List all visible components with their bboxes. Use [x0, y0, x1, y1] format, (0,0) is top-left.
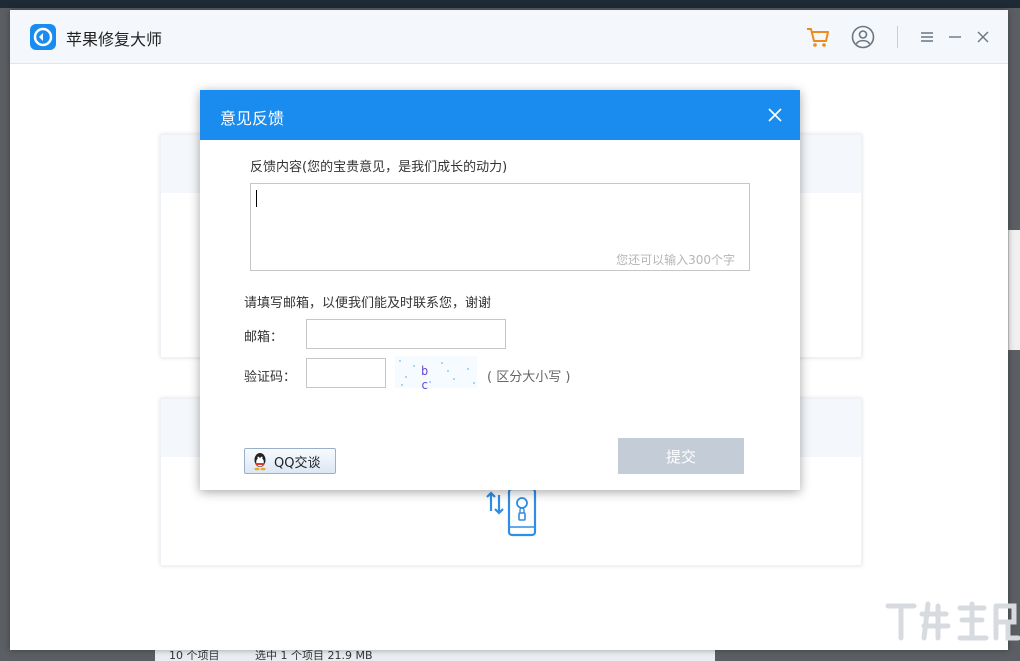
cart-icon [807, 28, 829, 47]
desktop-taskbar-top [0, 0, 1020, 8]
window-close-button[interactable] [970, 24, 996, 50]
dialog-close-button[interactable] [764, 104, 786, 126]
feedback-content-input[interactable] [251, 184, 749, 254]
title-bar: 苹果修复大师 [10, 10, 1008, 64]
qq-chat-label: QQ交谈 [274, 455, 321, 471]
feedback-content-label: 反馈内容(您的宝贵意见，是我们成长的动力) [250, 160, 508, 175]
menu-button[interactable] [914, 24, 940, 50]
email-label: 邮箱： [244, 330, 284, 345]
dialog-title: 意见反馈 [220, 109, 285, 128]
qq-penguin-icon [254, 453, 266, 471]
user-icon [851, 25, 875, 49]
background-window-edge [1008, 230, 1020, 350]
feedback-dialog: 意见反馈 反馈内容(您的宝贵意见，是我们成长的动力) 您还可以输入300个字 请… [200, 90, 800, 490]
close-icon [977, 31, 989, 43]
dialog-header: 意见反馈 [200, 90, 800, 140]
user-account-button[interactable] [850, 24, 876, 50]
captcha-case-note: ( 区分大小写 ) [487, 370, 571, 385]
app-logo-icon [30, 24, 56, 50]
app-title: 苹果修复大师 [66, 30, 163, 49]
feedback-content-box: 您还可以输入300个字 [250, 183, 750, 271]
captcha-text: b c [421, 364, 457, 392]
title-bar-separator [897, 26, 898, 48]
submit-button[interactable]: 提交 [618, 438, 744, 474]
email-input[interactable] [306, 319, 506, 349]
status-selected-info: 选中 1 个项目 21.9 MB [255, 649, 373, 661]
menu-icon [921, 32, 933, 42]
captcha-input[interactable] [306, 358, 386, 388]
close-icon [768, 108, 782, 122]
email-hint-text: 请填写邮箱，以便我们能及时联系您，谢谢 [244, 296, 492, 311]
qq-chat-button[interactable]: QQ交谈 [244, 448, 336, 474]
minimize-icon [949, 36, 961, 38]
remaining-chars-hint: 您还可以输入300个字 [616, 253, 735, 267]
text-caret [256, 190, 257, 207]
cart-button[interactable] [805, 24, 831, 50]
minimize-button[interactable] [942, 24, 968, 50]
phone-transfer-icon [486, 489, 537, 537]
watermark-logo [885, 601, 1020, 641]
status-items-count: 10 个项目 [169, 649, 220, 661]
captcha-image[interactable]: b c [395, 356, 477, 392]
captcha-label: 验证码： [244, 370, 297, 385]
